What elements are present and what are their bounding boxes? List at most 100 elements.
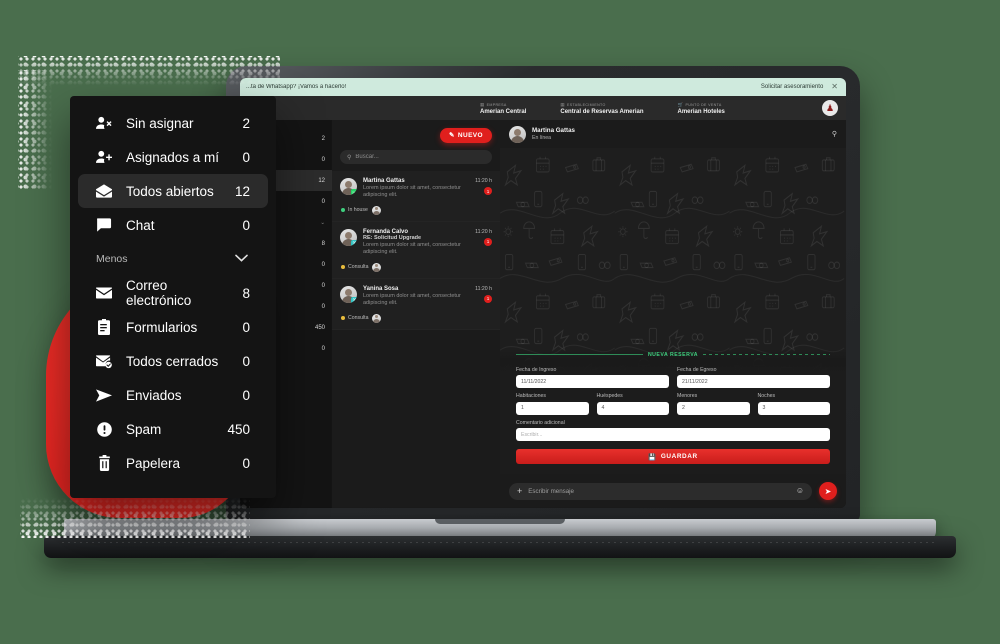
status-dot-icon [341, 265, 345, 270]
field-habitaciones: Habitaciones 1 [516, 393, 589, 415]
field-fecha-ingreso: Fecha de Ingreso 11/11/2022 [516, 366, 669, 388]
promo-text: ...ta de Whatsapp? ¡Vamos a hacerlo! [246, 84, 347, 90]
chat-messages-area[interactable]: NUEVA RESERVA Fecha de Ingreso 11/11/202… [500, 148, 846, 474]
folder-item-count: 0 [242, 455, 250, 471]
folder-item-count: 12 [234, 183, 250, 199]
message-composer: + ☺ ➤ [500, 474, 846, 508]
envelope-icon [96, 286, 112, 300]
huespedes-input[interactable]: 4 [596, 401, 669, 415]
folder-item-sin-asignar[interactable]: Sin asignar 2 [78, 106, 268, 140]
search-input[interactable] [355, 154, 485, 160]
folder-item-formularios[interactable]: Formularios 0 [78, 310, 268, 344]
message-snippet: Lorem ipsum dolor sit amet, consectetur … [363, 185, 461, 199]
status-dot-icon [341, 316, 345, 321]
trash-icon [96, 455, 112, 471]
field-fecha-egreso: Fecha de Egreso 21/11/2022 [677, 367, 830, 388]
context-value: Amerian Central [480, 108, 527, 115]
unread-badge: 1 [484, 294, 492, 303]
status-badge[interactable]: Consulta [341, 315, 368, 321]
chat-contact-status: En línea [532, 135, 552, 141]
context-item-punto-de-venta[interactable]: 🛒 PUNTO DE VENTA Amerian Hoteles [678, 102, 725, 115]
promo-banner: ...ta de Whatsapp? ¡Vamos a hacerlo! Sol… [240, 78, 846, 96]
folder-item-correo-electronico[interactable]: Correo electrónico 8 [78, 276, 268, 310]
context-value: Central de Reservas Amerian [560, 108, 644, 115]
field-label: Fecha de Ingreso [516, 366, 557, 373]
folder-item-count: 0 [242, 217, 250, 233]
app-body: 2 s a mí0 rtos12 0 ⌄ trónico8 s0 ados0 0… [240, 120, 846, 508]
folder-menu-section-toggle[interactable]: Menos [78, 244, 268, 274]
envelope-check-icon [96, 354, 112, 369]
folder-item-enviados[interactable]: Enviados 0 [78, 378, 268, 412]
folder-item-papelera[interactable]: Papelera 0 [78, 446, 268, 480]
habitaciones-input[interactable]: 1 [516, 401, 589, 415]
store-icon: ▦ [560, 101, 565, 107]
noches-input[interactable]: 3 [757, 401, 830, 415]
folder-item-count: 0 [242, 353, 250, 369]
folder-item-asignados-a-mi[interactable]: Asignados a mí 0 [78, 140, 268, 174]
message-input[interactable] [528, 487, 790, 495]
avatar[interactable]: ♟ [822, 100, 838, 116]
unread-badge: 1 [484, 187, 492, 195]
cart-icon: 🛒 [677, 101, 684, 107]
assignee-avatar [372, 313, 382, 323]
close-icon[interactable]: ✕ [829, 83, 840, 91]
reservation-title: NUEVA RESERVA [647, 351, 699, 358]
list-item[interactable]: ☏ Martina Gattas Lorem ipsum dolor sit a… [332, 171, 500, 222]
folder-item-count: 450 [227, 421, 250, 437]
reservation-divider: NUEVA RESERVA [516, 348, 830, 362]
promo-link[interactable]: Solicitar asesoramiento [761, 84, 823, 90]
timestamp: 11:20 h [475, 228, 492, 235]
list-item[interactable]: ✉ Fernanda Calvo RE: Solicitud Upgrade L… [332, 221, 500, 279]
conversation-toolbar: ✎ NUEVO [332, 120, 500, 150]
email-icon: ✉ [351, 296, 357, 303]
folder-item-label: Correo electrónico [126, 278, 192, 308]
email-icon: ✉ [351, 239, 357, 246]
field-label: Menores [677, 393, 698, 399]
composer-box[interactable]: + ☺ [509, 482, 812, 500]
folder-item-label: Spam [126, 421, 162, 437]
context-item-establecimiento[interactable]: ▦ ESTABLECIMIENTO Central de Reservas Ame… [560, 102, 643, 115]
folder-item-count: 8 [242, 285, 250, 301]
search-icon: ⚲ [347, 154, 352, 161]
plus-icon[interactable]: + [517, 486, 522, 496]
save-icon: 💾 [648, 453, 657, 461]
timestamp: 11:20 h [475, 285, 492, 292]
chevron-down-icon[interactable] [235, 253, 248, 265]
emoji-icon[interactable]: ☺ [796, 487, 804, 495]
status-badge[interactable]: In house [341, 207, 368, 213]
conversation-list[interactable]: ☏ Martina Gattas Lorem ipsum dolor sit a… [332, 171, 500, 508]
folder-item-todos-abiertos[interactable]: Todos abiertos 12 [78, 174, 268, 208]
status-label: In house [348, 207, 368, 214]
folder-item-count: 2 [242, 115, 250, 131]
reservation-form: NUEVA RESERVA Fecha de Ingreso 11/11/202… [500, 347, 846, 474]
search-box[interactable]: ⚲ [340, 150, 492, 164]
search-icon[interactable]: ⚲ [832, 130, 837, 138]
app-window: ...ta de Whatsapp? ¡Vamos a hacerlo! Sol… [240, 78, 846, 508]
status-label: Consulta [348, 264, 369, 271]
menores-input[interactable]: 2 [677, 401, 750, 415]
fecha-egreso-input[interactable]: 21/11/2022 [677, 375, 830, 388]
context-bar: ▦ EMPRESA Amerian Central ▦ ESTABLECIMIENT… [240, 96, 846, 120]
context-kicker: EMPRESA [486, 102, 507, 107]
envelope-open-icon [96, 184, 112, 198]
fecha-ingreso-input[interactable]: 11/11/2022 [516, 375, 669, 388]
contact-name: Martina Gattas [363, 178, 405, 184]
save-button[interactable]: 💾 GUARDAR [516, 449, 830, 464]
field-label: Habitaciones [516, 393, 546, 399]
new-conversation-button[interactable]: ✎ NUEVO [440, 127, 492, 143]
list-item[interactable]: ✉ Yanina Sosa Lorem ipsum dolor sit amet… [332, 278, 500, 330]
comentario-input[interactable]: Escribir... [516, 428, 830, 441]
folder-item-chat[interactable]: Chat 0 [78, 208, 268, 242]
laptop-keyboard-deck [44, 536, 956, 558]
status-label: Consulta [348, 315, 369, 322]
context-item-empresa[interactable]: ▦ EMPRESA Amerian Central [480, 102, 526, 115]
field-label: Noches [757, 393, 776, 399]
field-comentario: Comentario adicional Escribir... [516, 420, 830, 441]
folder-item-spam[interactable]: Spam 450 [78, 412, 268, 446]
chat-header: Martina Gattas En línea ⚲ [500, 120, 846, 148]
folder-item-todos-cerrados[interactable]: Todos cerrados 0 [78, 344, 268, 378]
pencil-icon: ✎ [449, 132, 455, 139]
message-subject: RE: Solicitud Upgrade [363, 234, 422, 241]
status-badge[interactable]: Consulta [341, 264, 368, 270]
send-button[interactable]: ➤ [819, 482, 837, 500]
